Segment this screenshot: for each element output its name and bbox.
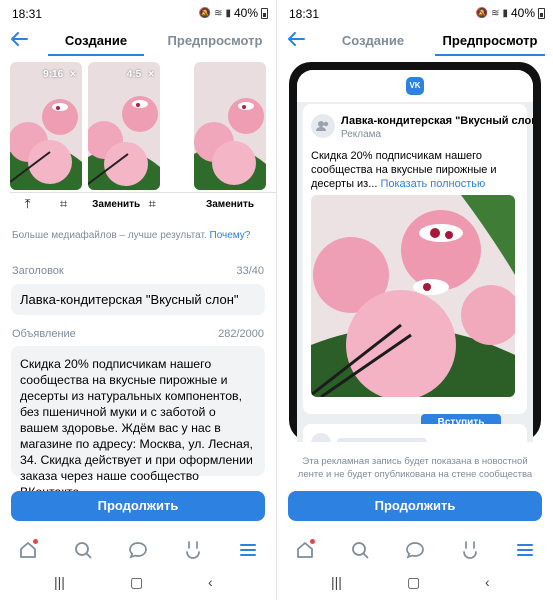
headline-counter: 33/40	[236, 265, 264, 277]
continue-button[interactable]: Продолжить	[11, 491, 265, 521]
why-link[interactable]: Почему?	[210, 230, 251, 241]
media-ratio: 4:5	[126, 69, 142, 80]
back-icon[interactable]: ‹	[485, 574, 490, 590]
media-ratio: 9:16	[43, 69, 64, 80]
status-icons: 🔕 ≋ ▮ 40%	[199, 6, 268, 20]
community-avatar-icon	[311, 114, 335, 138]
more-media-hint: Больше медиафайлов – лучше результат. По…	[12, 230, 250, 241]
media-item[interactable]: 9:16 × ⤒ ⌗	[10, 62, 82, 222]
status-icons: 🔕 ≋ ▮ 40%	[476, 6, 545, 20]
post-text: Скидка 20% подписчикам нашего сообщества…	[311, 149, 521, 191]
active-tab-indicator	[48, 54, 144, 56]
signal-icon: ▮	[225, 7, 231, 19]
messages-icon[interactable]	[126, 539, 150, 561]
clips-icon[interactable]	[458, 539, 482, 561]
replace-button[interactable]: Заменить	[206, 199, 254, 210]
ad-post-card: Лавка-кондитерская "Вкусный слон Реклама…	[303, 104, 533, 432]
home-icon[interactable]	[16, 539, 40, 561]
notification-dot	[310, 539, 315, 544]
ad-text-label: Объявление	[12, 328, 76, 340]
placeholder-line	[337, 438, 427, 442]
back-icon[interactable]: ‹	[208, 574, 213, 590]
bell-icon: 🔕	[475, 7, 489, 19]
recent-apps-icon[interactable]: |||	[331, 574, 342, 590]
tab-create[interactable]: Создание	[325, 33, 421, 48]
back-arrow-icon[interactable]	[285, 28, 309, 52]
home-icon[interactable]	[293, 539, 317, 561]
post-image	[311, 195, 515, 397]
menu-icon[interactable]	[236, 539, 260, 561]
status-time: 18:31	[289, 7, 320, 21]
ad-text-input[interactable]: Скидка 20% подписчикам нашего сообщества…	[11, 346, 265, 499]
media-thumbnail[interactable]	[194, 62, 266, 190]
post-subtitle: Реклама	[341, 129, 382, 140]
clips-icon[interactable]	[181, 539, 205, 561]
headline-input[interactable]: Лавка-кондитерская "Вкусный слон"	[11, 284, 265, 315]
bottom-nav	[0, 534, 276, 564]
more-media-text: Больше медиафайлов – лучше результат.	[12, 230, 207, 241]
phone-screen: VK Лавка-кондитерская "Вкусный слон Рекл…	[297, 70, 533, 442]
divider	[10, 192, 276, 193]
placeholder-avatar	[311, 433, 331, 442]
messages-icon[interactable]	[403, 539, 427, 561]
headline-label: Заголовок	[12, 265, 64, 277]
status-bar: 18:31 🔕 ≋ ▮ 40%	[277, 0, 553, 26]
feed-header: VK	[297, 70, 533, 102]
search-icon[interactable]	[348, 539, 372, 561]
crop-icon[interactable]: ⌗	[149, 196, 156, 212]
creation-screen: 18:31 🔕 ≋ ▮ 40% Создание Предпросмотр 9:…	[0, 0, 276, 600]
menu-icon[interactable]	[513, 539, 537, 561]
recent-apps-icon[interactable]: |||	[54, 574, 65, 590]
back-arrow-icon[interactable]	[8, 28, 32, 52]
close-icon[interactable]: ×	[148, 69, 154, 80]
phone-mockup: VK Лавка-кондитерская "Вкусный слон Рекл…	[289, 62, 541, 442]
battery-icon	[261, 7, 268, 19]
home-button-icon[interactable]: ▢	[130, 574, 143, 591]
upload-icon[interactable]: ⤒	[25, 196, 31, 212]
home-button-icon[interactable]: ▢	[407, 574, 420, 591]
vk-logo-icon: VK	[406, 77, 424, 95]
ad-text-counter: 282/2000	[218, 328, 264, 340]
media-item[interactable]: 4:5 × Заменить ⌗	[88, 62, 160, 222]
tab-bar: Создание Предпросмотр	[0, 26, 276, 56]
tab-preview[interactable]: Предпросмотр	[160, 33, 270, 48]
crop-icon[interactable]: ⌗	[60, 196, 67, 212]
notification-dot	[33, 539, 38, 544]
status-bar: 18:31 🔕 ≋ ▮ 40%	[0, 0, 276, 26]
tab-create[interactable]: Создание	[48, 33, 144, 48]
tab-preview[interactable]: Предпросмотр	[435, 33, 545, 48]
next-post-placeholder	[303, 424, 527, 442]
battery-percent: 40%	[510, 6, 535, 20]
preview-screen: 18:31 🔕 ≋ ▮ 40% Создание Предпросмотр VK	[277, 0, 553, 600]
show-more-link[interactable]: Показать полностью	[380, 178, 485, 190]
status-time: 18:31	[12, 7, 43, 21]
continue-button[interactable]: Продолжить	[288, 491, 542, 521]
media-thumbnail[interactable]: 4:5 ×	[88, 62, 160, 190]
battery-icon	[538, 7, 545, 19]
wifi-icon: ≋	[491, 7, 500, 19]
active-tab-indicator	[435, 54, 545, 56]
close-icon[interactable]: ×	[70, 69, 76, 80]
battery-percent: 40%	[233, 6, 258, 20]
post-header: Лавка-кондитерская "Вкусный слон Реклама	[311, 114, 533, 144]
bell-icon: 🔕	[198, 7, 212, 19]
media-thumbnail[interactable]: 9:16 ×	[10, 62, 82, 190]
media-carousel[interactable]: 9:16 × ⤒ ⌗ 4:5 × Заменить ⌗ Заменить	[10, 62, 276, 222]
replace-button[interactable]: Заменить	[92, 199, 140, 210]
system-nav: ||| ▢ ‹	[277, 574, 553, 596]
wifi-icon: ≋	[214, 7, 223, 19]
post-title: Лавка-кондитерская "Вкусный слон	[341, 115, 533, 127]
tab-bar: Создание Предпросмотр	[277, 26, 553, 56]
search-icon[interactable]	[71, 539, 95, 561]
preview-note: Эта рекламная запись будет показана в но…	[297, 456, 533, 480]
media-item[interactable]: Заменить	[194, 62, 266, 222]
bottom-nav	[277, 534, 553, 564]
system-nav: ||| ▢ ‹	[0, 574, 276, 596]
signal-icon: ▮	[502, 7, 508, 19]
